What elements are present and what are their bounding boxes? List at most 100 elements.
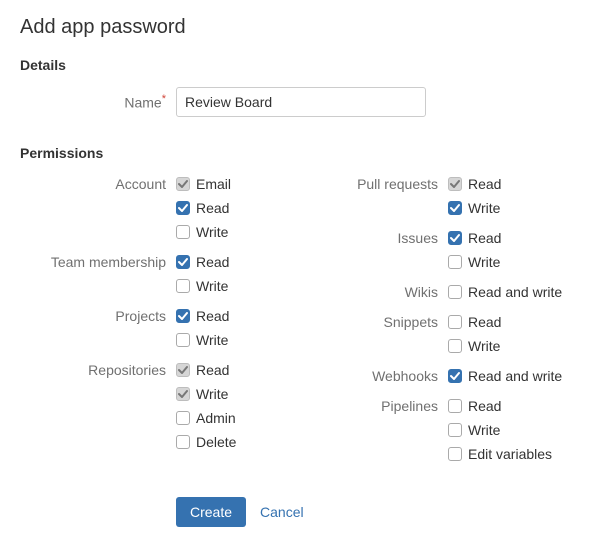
checkbox-projects-read[interactable] [176,309,190,323]
perm-label-projects: Projects [20,307,176,349]
perm-opt-pipelines-edit-variables[interactable]: Edit variables [448,445,552,463]
perm-opt-label: Read and write [468,283,562,301]
perm-opts-wikis: Read and write [448,283,562,301]
perm-group-snippets: Snippets Read Write [298,313,576,355]
checkbox-projects-write[interactable] [176,333,190,347]
perm-opt-label: Write [196,331,228,349]
cancel-link[interactable]: Cancel [260,504,304,520]
name-field-row: Name* [20,87,576,117]
perm-opt-projects-read[interactable]: Read [176,307,229,325]
perm-opt-label: Read [196,199,229,217]
perm-opt-projects-write[interactable]: Write [176,331,229,349]
checkbox-repositories-write [176,387,190,401]
perm-opt-label: Write [196,385,228,403]
perm-group-pull-requests: Pull requests Read Write [298,175,576,217]
perm-opts-snippets: Read Write [448,313,501,355]
checkbox-account-read[interactable] [176,201,190,215]
perm-opts-pipelines: Read Write Edit variables [448,397,552,463]
perm-opt-issues-read[interactable]: Read [448,229,501,247]
perm-opts-account: Email Read Write [176,175,231,241]
permissions-section-title: Permissions [20,145,576,161]
perm-opt-snippets-write[interactable]: Write [448,337,501,355]
perm-opt-label: Admin [196,409,236,427]
checkbox-pipelines-read[interactable] [448,399,462,413]
permissions-left-column: AccountEmailReadWriteTeam membershipRead… [20,175,298,475]
perm-opt-label: Write [196,223,228,241]
perm-group-webhooks: Webhooks Read and write [298,367,576,385]
checkbox-wikis-read-and-write[interactable] [448,285,462,299]
perm-group-team-membership: Team membership Read Write [20,253,298,295]
perm-opt-label: Read [468,175,501,193]
name-input[interactable] [176,87,426,117]
perm-opt-snippets-read[interactable]: Read [448,313,501,331]
checkbox-account-write[interactable] [176,225,190,239]
perm-label-wikis: Wikis [298,283,448,301]
checkbox-team-membership-write[interactable] [176,279,190,293]
checkbox-issues-write[interactable] [448,255,462,269]
perm-opt-label: Write [468,253,500,271]
perm-opt-label: Write [468,199,500,217]
checkbox-team-membership-read[interactable] [176,255,190,269]
perm-opt-label: Read [468,313,501,331]
perm-group-projects: Projects Read Write [20,307,298,349]
permissions-right-column: Pull requests Read Write Issues Read Write Wik… [298,175,576,475]
checkbox-pipelines-write[interactable] [448,423,462,437]
perm-opt-pull-requests-write[interactable]: Write [448,199,501,217]
perm-opt-team-membership-read[interactable]: Read [176,253,229,271]
checkbox-snippets-read[interactable] [448,315,462,329]
perm-opt-repositories-delete[interactable]: Delete [176,433,236,451]
perm-label-repositories: Repositories [20,361,176,451]
perm-opt-label: Read [468,397,501,415]
perm-opt-account-write[interactable]: Write [176,223,231,241]
checkbox-pipelines-edit-variables[interactable] [448,447,462,461]
perm-opts-issues: Read Write [448,229,501,271]
perm-label-team-membership: Team membership [20,253,176,295]
perm-opt-label: Write [468,337,500,355]
perm-opt-label: Write [468,421,500,439]
checkbox-account-email [176,177,190,191]
perm-label-pull-requests: Pull requests [298,175,448,217]
perm-opts-team-membership: Read Write [176,253,229,295]
perm-opt-pipelines-read[interactable]: Read [448,397,552,415]
perm-opts-projects: Read Write [176,307,229,349]
perm-opt-label: Email [196,175,231,193]
details-section-title: Details [20,57,576,73]
checkbox-repositories-delete[interactable] [176,435,190,449]
permissions-columns: AccountEmailReadWriteTeam membershipRead… [20,175,576,475]
checkbox-issues-read[interactable] [448,231,462,245]
perm-opt-label: Read and write [468,367,562,385]
perm-opt-team-membership-write[interactable]: Write [176,277,229,295]
checkbox-repositories-admin[interactable] [176,411,190,425]
checkbox-pull-requests-write[interactable] [448,201,462,215]
perm-opt-issues-write[interactable]: Write [448,253,501,271]
perm-opt-label: Read [196,361,229,379]
checkbox-webhooks-read-and-write[interactable] [448,369,462,383]
perm-group-repositories: Repositories Read Write Admin Delete [20,361,298,451]
perm-opt-label: Edit variables [468,445,552,463]
perm-opts-repositories: Read Write Admin Delete [176,361,236,451]
perm-opts-pull-requests: Read Write [448,175,501,217]
perm-opt-webhooks-read-and-write[interactable]: Read and write [448,367,562,385]
perm-opt-pipelines-write[interactable]: Write [448,421,552,439]
perm-opt-account-read[interactable]: Read [176,199,231,217]
checkbox-pull-requests-read [448,177,462,191]
perm-opts-webhooks: Read and write [448,367,562,385]
perm-opt-label: Read [196,307,229,325]
perm-opt-label: Read [468,229,501,247]
checkbox-snippets-write[interactable] [448,339,462,353]
perm-label-account: Account [20,175,176,241]
perm-opt-pull-requests-read: Read [448,175,501,193]
perm-opt-repositories-admin[interactable]: Admin [176,409,236,427]
checkbox-repositories-read [176,363,190,377]
perm-label-snippets: Snippets [298,313,448,355]
perm-label-webhooks: Webhooks [298,367,448,385]
perm-label-issues: Issues [298,229,448,271]
required-asterisk: * [162,93,166,105]
perm-group-pipelines: Pipelines Read Write Edit variables [298,397,576,463]
perm-opt-label: Read [196,253,229,271]
perm-opt-wikis-read-and-write[interactable]: Read and write [448,283,562,301]
perm-opt-repositories-write: Write [176,385,236,403]
perm-opt-account-email: Email [176,175,231,193]
perm-opt-label: Delete [196,433,236,451]
perm-label-pipelines: Pipelines [298,397,448,463]
